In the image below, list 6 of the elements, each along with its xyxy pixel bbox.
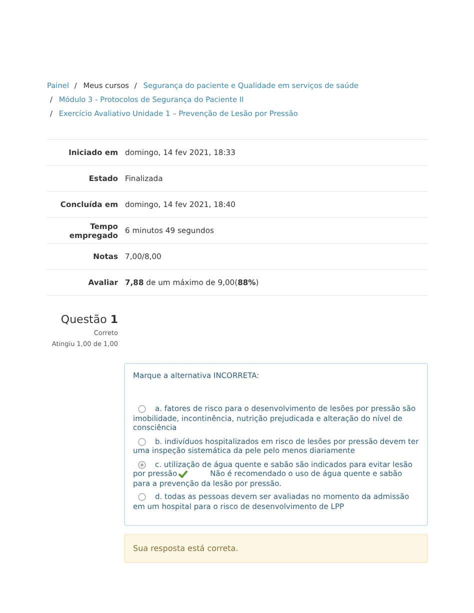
radio-button[interactable] (138, 493, 146, 501)
question-title: Questão 1 (60, 313, 118, 326)
radio-button[interactable] (138, 438, 146, 446)
radio-button[interactable] (138, 405, 146, 413)
feedback-message: Sua resposta está correta. (124, 534, 428, 563)
radio-button[interactable] (138, 460, 146, 468)
